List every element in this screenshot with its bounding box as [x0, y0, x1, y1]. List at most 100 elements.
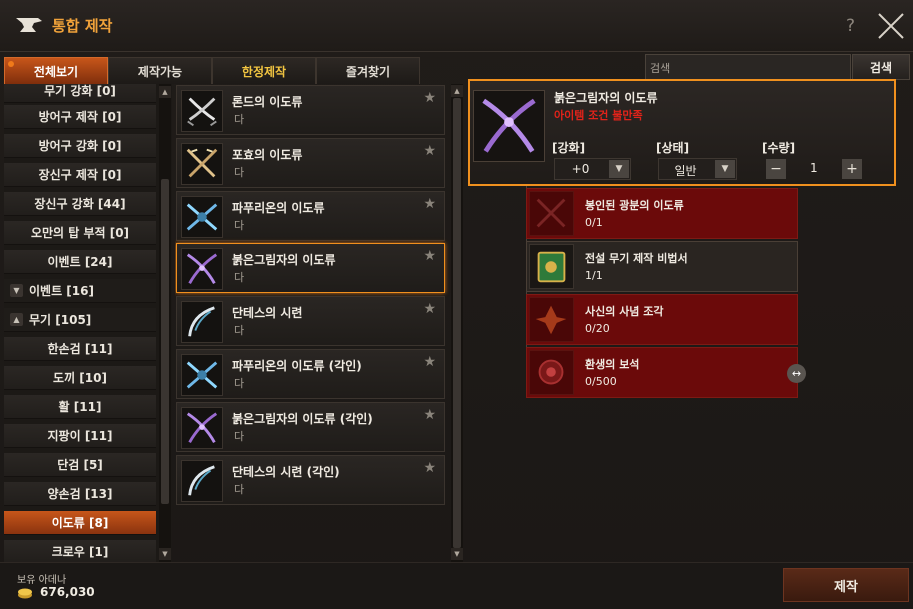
tab-label: 한정제작 [241, 64, 287, 79]
favorite-star-icon[interactable]: ★ [423, 196, 436, 212]
material-count: 0/500 [585, 375, 617, 388]
favorite-star-icon[interactable]: ★ [423, 354, 436, 370]
category-item[interactable]: 지팡이 [11] [4, 424, 156, 448]
category-item[interactable]: 장신구 강화 [44] [4, 192, 156, 216]
item-grade: 다 [234, 377, 245, 390]
tab-favorites[interactable]: 즐겨찾기 [316, 57, 420, 84]
item-name: 단테스의 시련 (각인) [232, 465, 340, 479]
state-select[interactable]: 일반 ▼ [658, 158, 737, 180]
quantity-label: [수량] [762, 141, 796, 155]
list-item[interactable]: 포효의 이도류 다 ★ [176, 138, 445, 188]
category-item[interactable]: 방어구 강화 [0] [4, 134, 156, 158]
favorite-star-icon[interactable]: ★ [423, 301, 436, 317]
search-input[interactable]: 검색 [645, 54, 851, 80]
category-item[interactable]: 이벤트 [24] [4, 250, 156, 274]
item-grade: 다 [234, 271, 245, 284]
swap-arrows-icon[interactable]: ↔ [787, 364, 806, 383]
enchant-select[interactable]: +0 ▼ [554, 158, 631, 180]
item-name: 론드의 이도류 [232, 95, 303, 109]
category-item[interactable]: 단검 [5] [4, 453, 156, 477]
chevron-down-icon[interactable]: ▼ [609, 160, 629, 178]
scrollbar-thumb[interactable] [161, 179, 169, 504]
list-item[interactable]: 단테스의 시련 다 ★ [176, 296, 445, 346]
favorite-star-icon[interactable]: ★ [423, 407, 436, 423]
material-row[interactable]: 전설 무기 제작 비법서 1/1 [526, 241, 798, 292]
item-scrollbar[interactable]: ▲ ▼ [451, 84, 463, 562]
coin-icon [18, 588, 32, 599]
notification-dot-icon [8, 61, 14, 67]
title-bar: 통합 제작 ? [0, 0, 913, 52]
enchant-label: [강화] [552, 141, 586, 155]
favorite-star-icon[interactable]: ★ [423, 460, 436, 476]
adena-label: 보유 아데나 [17, 575, 67, 586]
list-item[interactable]: 붉은그림자의 이도류 (각인) 다 ★ [176, 402, 445, 452]
material-name: 봉인된 광분의 이도류 [585, 199, 684, 212]
item-list: 론드의 이도류 다 ★ 포효의 이도류 다 ★ 파푸리온의 이도류 다 ★ 붉은… [175, 84, 465, 562]
scroll-up-icon[interactable]: ▲ [159, 86, 171, 98]
crossed-blades-icon [181, 248, 223, 290]
item-name: 포효의 이도류 [232, 148, 303, 162]
fragment-icon [529, 297, 574, 342]
scrollbar-thumb[interactable] [453, 98, 461, 548]
list-item[interactable]: 단테스의 시련 (각인) 다 ★ [176, 455, 445, 505]
chevron-down-icon[interactable]: ▼ [715, 160, 735, 178]
scroll-down-icon[interactable]: ▼ [159, 548, 171, 560]
category-group-event[interactable]: ▼ 이벤트 [16] [4, 279, 156, 303]
gem-icon [529, 350, 574, 395]
item-grade: 다 [234, 430, 245, 443]
quantity-value[interactable]: 1 [810, 161, 818, 175]
tab-label: 제작가능 [137, 64, 183, 79]
category-group-weapon[interactable]: ▲ 무기 [105] [4, 308, 156, 332]
category-item[interactable]: 양손검 [13] [4, 482, 156, 506]
list-item[interactable]: 파푸리온의 이도류 (각인) 다 ★ [176, 349, 445, 399]
bottom-bar [0, 562, 913, 609]
tab-label: 즐겨찾기 [345, 64, 391, 79]
help-icon[interactable]: ? [846, 16, 855, 36]
list-item[interactable]: 론드의 이도류 다 ★ [176, 85, 445, 135]
list-item[interactable]: 파푸리온의 이도류 다 ★ [176, 191, 445, 241]
crossed-blades-icon [181, 90, 223, 132]
quantity-minus-button[interactable]: − [766, 159, 786, 179]
category-item-selected[interactable]: 이도류 [8] [4, 511, 156, 535]
list-item-selected[interactable]: 붉은그림자의 이도류 다 ★ [176, 243, 445, 293]
category-item[interactable]: 도끼 [10] [4, 366, 156, 390]
scroll-up-icon[interactable]: ▲ [451, 85, 463, 97]
crossed-blades-icon [181, 196, 223, 238]
craft-button[interactable]: 제작 [783, 568, 909, 602]
close-icon[interactable] [875, 10, 907, 42]
category-item[interactable]: 장신구 제작 [0] [4, 163, 156, 187]
material-row[interactable]: 환생의 보석 0/500 [526, 347, 798, 398]
quantity-plus-button[interactable]: + [842, 159, 862, 179]
scroll-down-icon[interactable]: ▼ [451, 548, 463, 560]
material-row[interactable]: 봉인된 광분의 이도류 0/1 [526, 188, 798, 239]
category-group-label: 무기 [105] [29, 313, 92, 327]
favorite-star-icon[interactable]: ★ [423, 143, 436, 159]
material-row[interactable]: 사신의 사념 조각 0/20 [526, 294, 798, 345]
category-item[interactable]: 오만의 탑 부적 [0] [4, 221, 156, 245]
item-grade: 다 [234, 324, 245, 337]
search-button[interactable]: 검색 [852, 54, 910, 80]
crossed-blades-icon [181, 407, 223, 449]
category-group-label: 이벤트 [16] [29, 284, 94, 298]
detail-item-name: 붉은그림자의 이도류 [554, 91, 658, 105]
crossed-blades-icon [473, 90, 545, 162]
category-scrollbar[interactable]: ▲ ▼ [159, 84, 171, 562]
tab-bar: 전체보기 제작가능 한정제작 즐겨찾기 [4, 57, 420, 84]
item-grade: 다 [234, 483, 245, 496]
tab-all[interactable]: 전체보기 [4, 57, 108, 84]
crossed-blades-icon [181, 143, 223, 185]
state-label: [상태] [656, 141, 690, 155]
tab-label: 전체보기 [33, 64, 79, 79]
category-item[interactable]: 활 [11] [4, 395, 156, 419]
favorite-star-icon[interactable]: ★ [423, 90, 436, 106]
item-grade: 다 [234, 166, 245, 179]
tab-craftable[interactable]: 제작가능 [108, 57, 212, 84]
tab-limited[interactable]: 한정제작 [212, 57, 316, 84]
category-item[interactable]: 크로우 [1] [4, 540, 156, 562]
category-item[interactable]: 한손검 [11] [4, 337, 156, 361]
item-name: 단테스의 시련 [232, 306, 303, 320]
category-item[interactable]: 방어구 제작 [0] [4, 105, 156, 129]
favorite-star-icon[interactable]: ★ [423, 248, 436, 264]
anvil-icon [16, 18, 42, 32]
category-item[interactable]: 무기 강화 [0] [4, 84, 156, 103]
